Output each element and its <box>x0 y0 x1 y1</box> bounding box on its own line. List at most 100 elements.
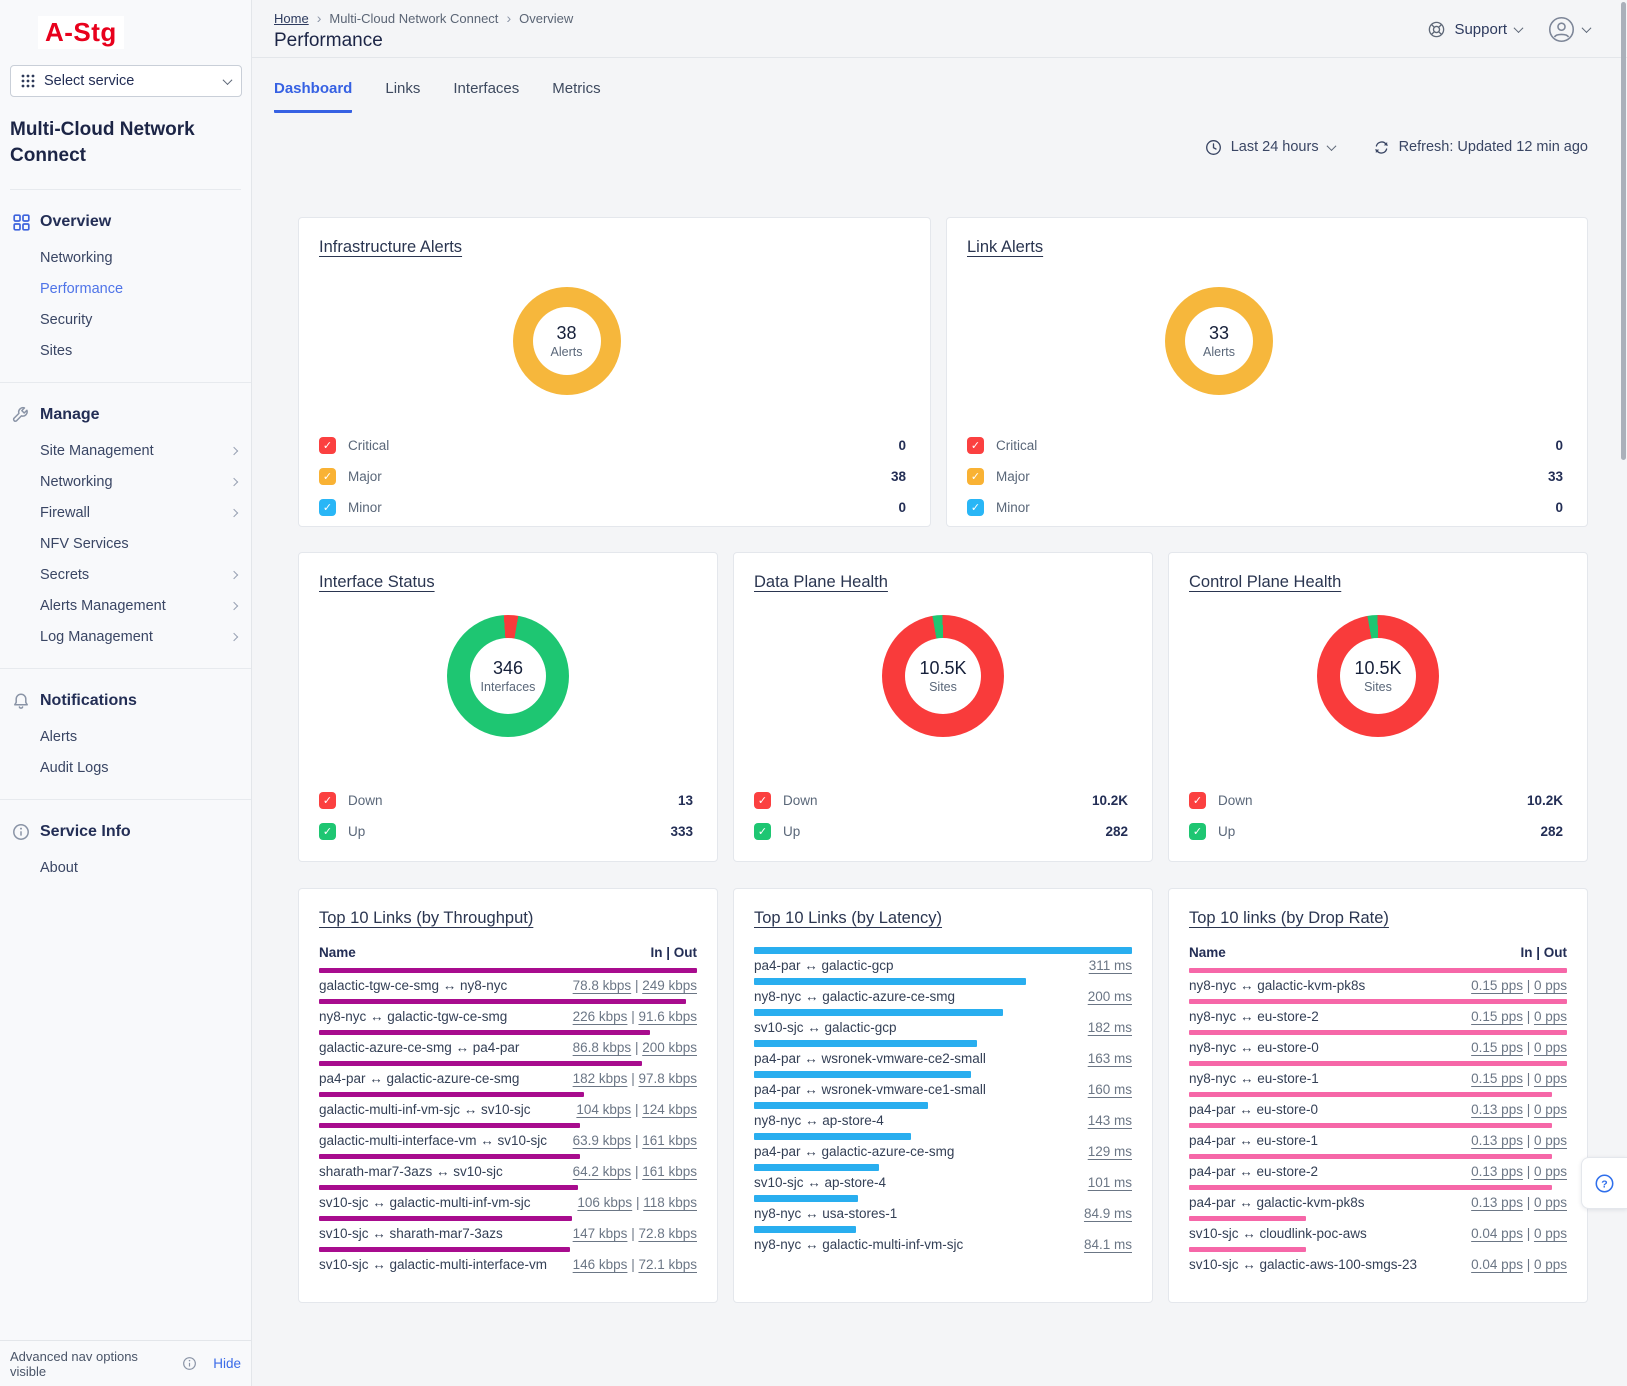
in-value-link[interactable]: 0.13 pps <box>1471 1133 1523 1148</box>
in-value-link[interactable]: 0.13 pps <box>1471 1195 1523 1210</box>
top-drop-rate-title-link[interactable]: Top 10 links (by Drop Rate) <box>1189 909 1389 928</box>
sidebar-item-site-management[interactable]: Site Management <box>0 435 251 466</box>
sidebar-item-security[interactable]: Security <box>0 304 251 335</box>
out-value-link[interactable]: 0 pps <box>1534 1133 1567 1148</box>
tab-metrics[interactable]: Metrics <box>552 80 600 113</box>
value-link[interactable]: 129 ms <box>1088 1144 1132 1159</box>
out-value-link[interactable]: 0 pps <box>1534 1071 1567 1086</box>
sidebar-item-sites[interactable]: Sites <box>0 335 251 366</box>
in-value-link[interactable]: 0.15 pps <box>1471 978 1523 993</box>
out-value-link[interactable]: 161 kbps <box>642 1133 697 1148</box>
value-link[interactable]: 163 ms <box>1088 1051 1132 1066</box>
in-value-link[interactable]: 104 kbps <box>576 1102 631 1117</box>
legend-checkbox-up[interactable] <box>319 823 336 840</box>
top-latency-title-link[interactable]: Top 10 Links (by Latency) <box>754 909 942 928</box>
interface-status-title-link[interactable]: Interface Status <box>319 573 435 592</box>
legend-checkbox-down[interactable] <box>319 792 336 809</box>
select-service-dropdown[interactable]: Select service <box>10 65 242 97</box>
in-value-link[interactable]: 0.15 pps <box>1471 1009 1523 1024</box>
in-value-link[interactable]: 0.13 pps <box>1471 1102 1523 1117</box>
sidebar-item-alerts-management[interactable]: Alerts Management <box>0 590 251 621</box>
out-value-link[interactable]: 0 pps <box>1534 1195 1567 1210</box>
out-value-link[interactable]: 200 kbps <box>642 1040 697 1055</box>
out-value-link[interactable]: 0 pps <box>1534 1257 1567 1272</box>
value-link[interactable]: 84.9 ms <box>1084 1206 1132 1221</box>
value-link[interactable]: 182 ms <box>1088 1020 1132 1035</box>
sidebar-item-firewall[interactable]: Firewall <box>0 497 251 528</box>
sidebar-item-networking[interactable]: Networking <box>0 466 251 497</box>
breadcrumb-item[interactable]: Home <box>274 11 309 26</box>
out-value-link[interactable]: 72.1 kbps <box>638 1257 697 1272</box>
sidebar-item-performance[interactable]: Performance <box>0 273 251 304</box>
value-link[interactable]: 311 ms <box>1089 958 1132 973</box>
legend-checkbox-critical[interactable] <box>319 437 336 454</box>
value-link[interactable]: 84.1 ms <box>1084 1237 1132 1252</box>
sidebar-item-networking[interactable]: Networking <box>0 242 251 273</box>
time-range-selector[interactable]: Last 24 hours <box>1205 139 1335 156</box>
in-value-link[interactable]: 0.04 pps <box>1471 1226 1523 1241</box>
out-value-link[interactable]: 0 pps <box>1534 978 1567 993</box>
legend-checkbox-major[interactable] <box>319 468 336 485</box>
out-value-link[interactable]: 0 pps <box>1534 1102 1567 1117</box>
in-value-link[interactable]: 86.8 kbps <box>573 1040 632 1055</box>
in-value-link[interactable]: 78.8 kbps <box>573 978 632 993</box>
refresh-button[interactable]: Refresh: Updated 12 min ago <box>1373 139 1588 156</box>
help-button[interactable]: ? <box>1581 1157 1627 1209</box>
value-link[interactable]: 143 ms <box>1088 1113 1132 1128</box>
legend-checkbox-minor[interactable] <box>967 499 984 516</box>
in-value-link[interactable]: 0.15 pps <box>1471 1071 1523 1086</box>
out-value-link[interactable]: 0 pps <box>1534 1009 1567 1024</box>
out-value-link[interactable]: 91.6 kbps <box>638 1009 697 1024</box>
sidebar-item-alerts[interactable]: Alerts <box>0 721 251 752</box>
sidebar-item-secrets[interactable]: Secrets <box>0 559 251 590</box>
out-value-link[interactable]: 0 pps <box>1534 1226 1567 1241</box>
out-value-link[interactable]: 249 kbps <box>642 978 697 993</box>
value-link[interactable]: 200 ms <box>1088 989 1132 1004</box>
in-value-link[interactable]: 147 kbps <box>573 1226 628 1241</box>
in-value-link[interactable]: 0.15 pps <box>1471 1040 1523 1055</box>
legend-checkbox-minor[interactable] <box>319 499 336 516</box>
legend-checkbox-up[interactable] <box>1189 823 1206 840</box>
tab-links[interactable]: Links <box>385 80 420 113</box>
out-value-link[interactable]: 0 pps <box>1534 1164 1567 1179</box>
out-value-link[interactable]: 161 kbps <box>642 1164 697 1179</box>
out-value-link[interactable]: 124 kbps <box>642 1102 697 1117</box>
out-value-link[interactable]: 72.8 kbps <box>638 1226 697 1241</box>
in-value-link[interactable]: 146 kbps <box>573 1257 628 1272</box>
in-value-link[interactable]: 64.2 kbps <box>573 1164 632 1179</box>
scrollbar-thumb[interactable] <box>1621 2 1626 460</box>
user-menu[interactable] <box>1548 16 1590 43</box>
sidebar-section-manage[interactable]: Manage <box>0 395 251 435</box>
sidebar-section-notifications[interactable]: Notifications <box>0 681 251 721</box>
legend-checkbox-up[interactable] <box>754 823 771 840</box>
legend-checkbox-critical[interactable] <box>967 437 984 454</box>
out-value-link[interactable]: 118 kbps <box>643 1195 697 1210</box>
legend-checkbox-major[interactable] <box>967 468 984 485</box>
top-throughput-title-link[interactable]: Top 10 Links (by Throughput) <box>319 909 533 928</box>
sidebar-section-service-info[interactable]: Service Info <box>0 812 251 852</box>
in-value-link[interactable]: 182 kbps <box>573 1071 628 1086</box>
in-value-link[interactable]: 0.04 pps <box>1471 1257 1523 1272</box>
in-value-link[interactable]: 226 kbps <box>573 1009 628 1024</box>
support-menu[interactable]: Support <box>1427 20 1522 39</box>
in-value-link[interactable]: 0.13 pps <box>1471 1164 1523 1179</box>
sidebar-item-about[interactable]: About <box>0 852 251 883</box>
infrastructure-alerts-title-link[interactable]: Infrastructure Alerts <box>319 238 462 257</box>
link-alerts-title-link[interactable]: Link Alerts <box>967 238 1043 257</box>
out-value-link[interactable]: 0 pps <box>1534 1040 1567 1055</box>
legend-checkbox-down[interactable] <box>1189 792 1206 809</box>
value-link[interactable]: 101 ms <box>1088 1175 1132 1190</box>
sidebar-item-nfv-services[interactable]: NFV Services <box>0 528 251 559</box>
tab-dashboard[interactable]: Dashboard <box>274 80 352 113</box>
in-value-link[interactable]: 63.9 kbps <box>573 1133 632 1148</box>
legend-checkbox-down[interactable] <box>754 792 771 809</box>
in-value-link[interactable]: 106 kbps <box>577 1195 632 1210</box>
sidebar-item-log-management[interactable]: Log Management <box>0 621 251 652</box>
sidebar-item-audit-logs[interactable]: Audit Logs <box>0 752 251 783</box>
out-value-link[interactable]: 97.8 kbps <box>638 1071 697 1086</box>
value-link[interactable]: 160 ms <box>1088 1082 1132 1097</box>
sidebar-section-overview[interactable]: Overview <box>0 202 251 242</box>
tab-interfaces[interactable]: Interfaces <box>453 80 519 113</box>
breadcrumb-item[interactable]: Multi-Cloud Network Connect <box>329 11 498 26</box>
hide-nav-button[interactable]: Hide <box>213 1356 241 1371</box>
